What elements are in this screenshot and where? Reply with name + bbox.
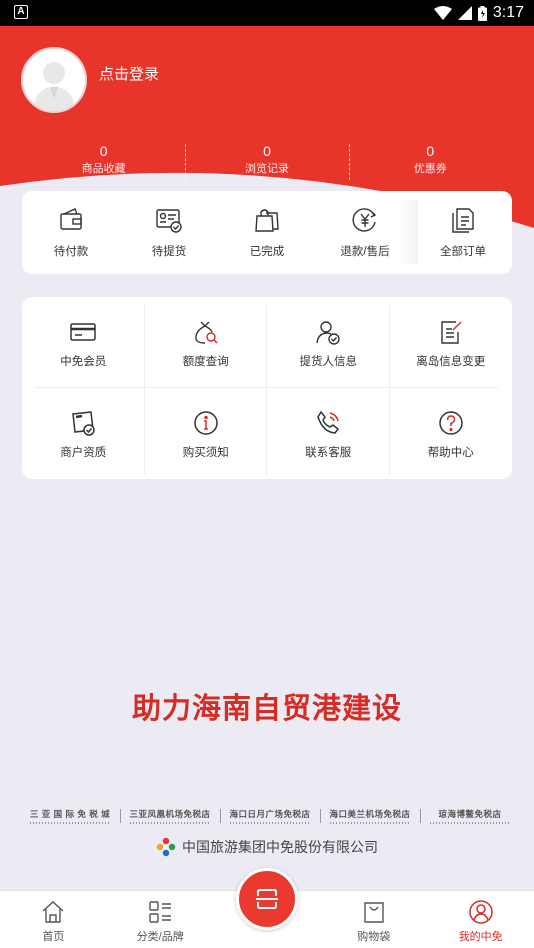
info-icon <box>194 411 218 435</box>
wifi-icon <box>433 6 452 20</box>
store-logo: 三 亚 国 际 免 税 城 <box>20 808 120 824</box>
stat-label: 浏览记录 <box>244 163 289 175</box>
tab-home[interactable]: 首页 <box>0 891 107 948</box>
order-pending-pickup[interactable]: 待提货 <box>120 191 218 274</box>
tab-label: 我的中免 <box>458 931 503 943</box>
phone-icon <box>317 410 340 434</box>
divider <box>36 387 498 388</box>
member-card-icon <box>70 323 96 341</box>
service-island-info-change[interactable]: 离岛信息变更 <box>390 297 513 388</box>
user-icon <box>468 900 493 924</box>
tab-my-account[interactable]: 我的中免 <box>427 891 534 948</box>
yuan-refund-icon <box>352 208 377 232</box>
service-label: 商户资质 <box>60 447 107 459</box>
stat-value: 0 <box>263 143 271 159</box>
store-name: 琼海博鳌免税店 <box>438 809 502 819</box>
service-label: 购买须知 <box>182 447 229 459</box>
tab-shopping-bag[interactable]: 购物袋 <box>320 891 427 948</box>
service-quota-query[interactable]: 额度查询 <box>145 297 268 388</box>
tab-category[interactable]: 分类/品牌 <box>107 891 214 948</box>
scan-icon <box>256 889 278 909</box>
service-label: 提货人信息 <box>299 356 358 368</box>
ctg-logo-icon <box>156 837 176 857</box>
orders-card: 待付款 待提货 已完成 退款/售后 全部订单 <box>22 191 512 274</box>
stat-value: 0 <box>426 143 435 159</box>
service-help-center[interactable]: 帮助中心 <box>390 388 513 479</box>
service-membership[interactable]: 中免会员 <box>22 297 145 388</box>
order-all[interactable]: 全部订单 <box>414 191 512 274</box>
store-logo: 海口日月广场免税店 <box>220 808 320 824</box>
shopping-bag-icon <box>255 209 279 232</box>
notification-a-icon: A <box>14 5 28 19</box>
tab-label: 购物袋 <box>357 931 391 943</box>
pickup-card-icon <box>156 209 182 233</box>
store-logos: 三 亚 国 际 免 税 城 三亚凤凰机场免税店 海口日月广场免税店 海口美兰机场… <box>20 808 520 828</box>
divider <box>266 305 267 475</box>
quota-search-icon <box>194 321 218 344</box>
service-label: 离岛信息变更 <box>416 356 486 368</box>
help-icon <box>439 411 463 435</box>
service-merchant-qualification[interactable]: 商户资质 <box>22 388 145 479</box>
service-label: 中免会员 <box>60 356 107 368</box>
store-name: 海口美兰机场免税店 <box>329 809 411 819</box>
certificate-icon <box>72 411 95 436</box>
service-label: 额度查询 <box>182 356 229 368</box>
battery-icon <box>477 5 487 21</box>
category-icon <box>149 901 172 923</box>
order-completed[interactable]: 已完成 <box>218 191 316 274</box>
person-check-icon <box>316 321 340 345</box>
stat-value: 0 <box>99 143 108 159</box>
service-label: 联系客服 <box>305 447 352 459</box>
tab-label: 分类/品牌 <box>136 931 184 943</box>
stat-favorites[interactable]: 0 商品收藏 <box>22 142 185 182</box>
status-bar: A 3:17 <box>0 0 534 26</box>
tab-label: 首页 <box>42 931 65 943</box>
store-logo: 琼海博鳌免税店 <box>420 808 520 824</box>
scan-button[interactable] <box>236 868 298 930</box>
login-link[interactable]: 点击登录 <box>99 63 159 84</box>
store-name: 三亚凤凰机场免税店 <box>129 809 211 819</box>
default-avatar-icon <box>33 62 75 111</box>
order-label: 退款/售后 <box>340 246 390 258</box>
company-name: 中国旅游集团中免股份有限公司 <box>182 839 378 855</box>
status-icons: 3:17 <box>433 3 524 23</box>
stat-label: 优惠券 <box>413 163 447 175</box>
services-card: 中免会员 额度查询 提货人信息 离岛信息变更 商户资质 购买须知 联系客服 帮助… <box>22 297 512 479</box>
stat-label: 商品收藏 <box>81 163 126 175</box>
status-time: 3:17 <box>492 4 524 21</box>
document-list-icon <box>452 208 474 233</box>
order-label: 已完成 <box>249 246 285 258</box>
order-pending-payment[interactable]: 待付款 <box>22 191 120 274</box>
wallet-icon <box>60 208 82 230</box>
service-contact-support[interactable]: 联系客服 <box>267 388 390 479</box>
home-icon <box>42 901 64 923</box>
order-label: 待提货 <box>151 246 187 258</box>
store-name: 海口日月广场免税店 <box>229 809 311 819</box>
shopping-bag-icon <box>364 902 384 923</box>
company-footer: 中国旅游集团中免股份有限公司 <box>0 837 534 857</box>
divider <box>144 305 145 475</box>
order-label: 全部订单 <box>440 246 486 258</box>
edit-document-icon <box>441 321 462 344</box>
store-logo: 三亚凤凰机场免税店 <box>120 808 220 824</box>
divider <box>389 305 390 475</box>
profile-stats: 0 商品收藏 0 浏览记录 0 优惠券 <box>22 142 512 182</box>
avatar[interactable] <box>21 47 87 113</box>
stat-history[interactable]: 0 浏览记录 <box>185 142 348 182</box>
scroll-shadow <box>400 200 418 264</box>
service-label: 帮助中心 <box>427 447 474 459</box>
service-pickup-person[interactable]: 提货人信息 <box>267 297 390 388</box>
signal-icon <box>457 6 472 20</box>
order-label: 待付款 <box>53 246 89 258</box>
slogan-banner: 助力海南自贸港建设 <box>131 693 402 725</box>
store-name: 三 亚 国 际 免 税 城 <box>29 809 111 819</box>
stat-coupons[interactable]: 0 优惠券 <box>348 142 512 182</box>
store-logo: 海口美兰机场免税店 <box>320 808 420 824</box>
service-purchase-notice[interactable]: 购买须知 <box>145 388 268 479</box>
